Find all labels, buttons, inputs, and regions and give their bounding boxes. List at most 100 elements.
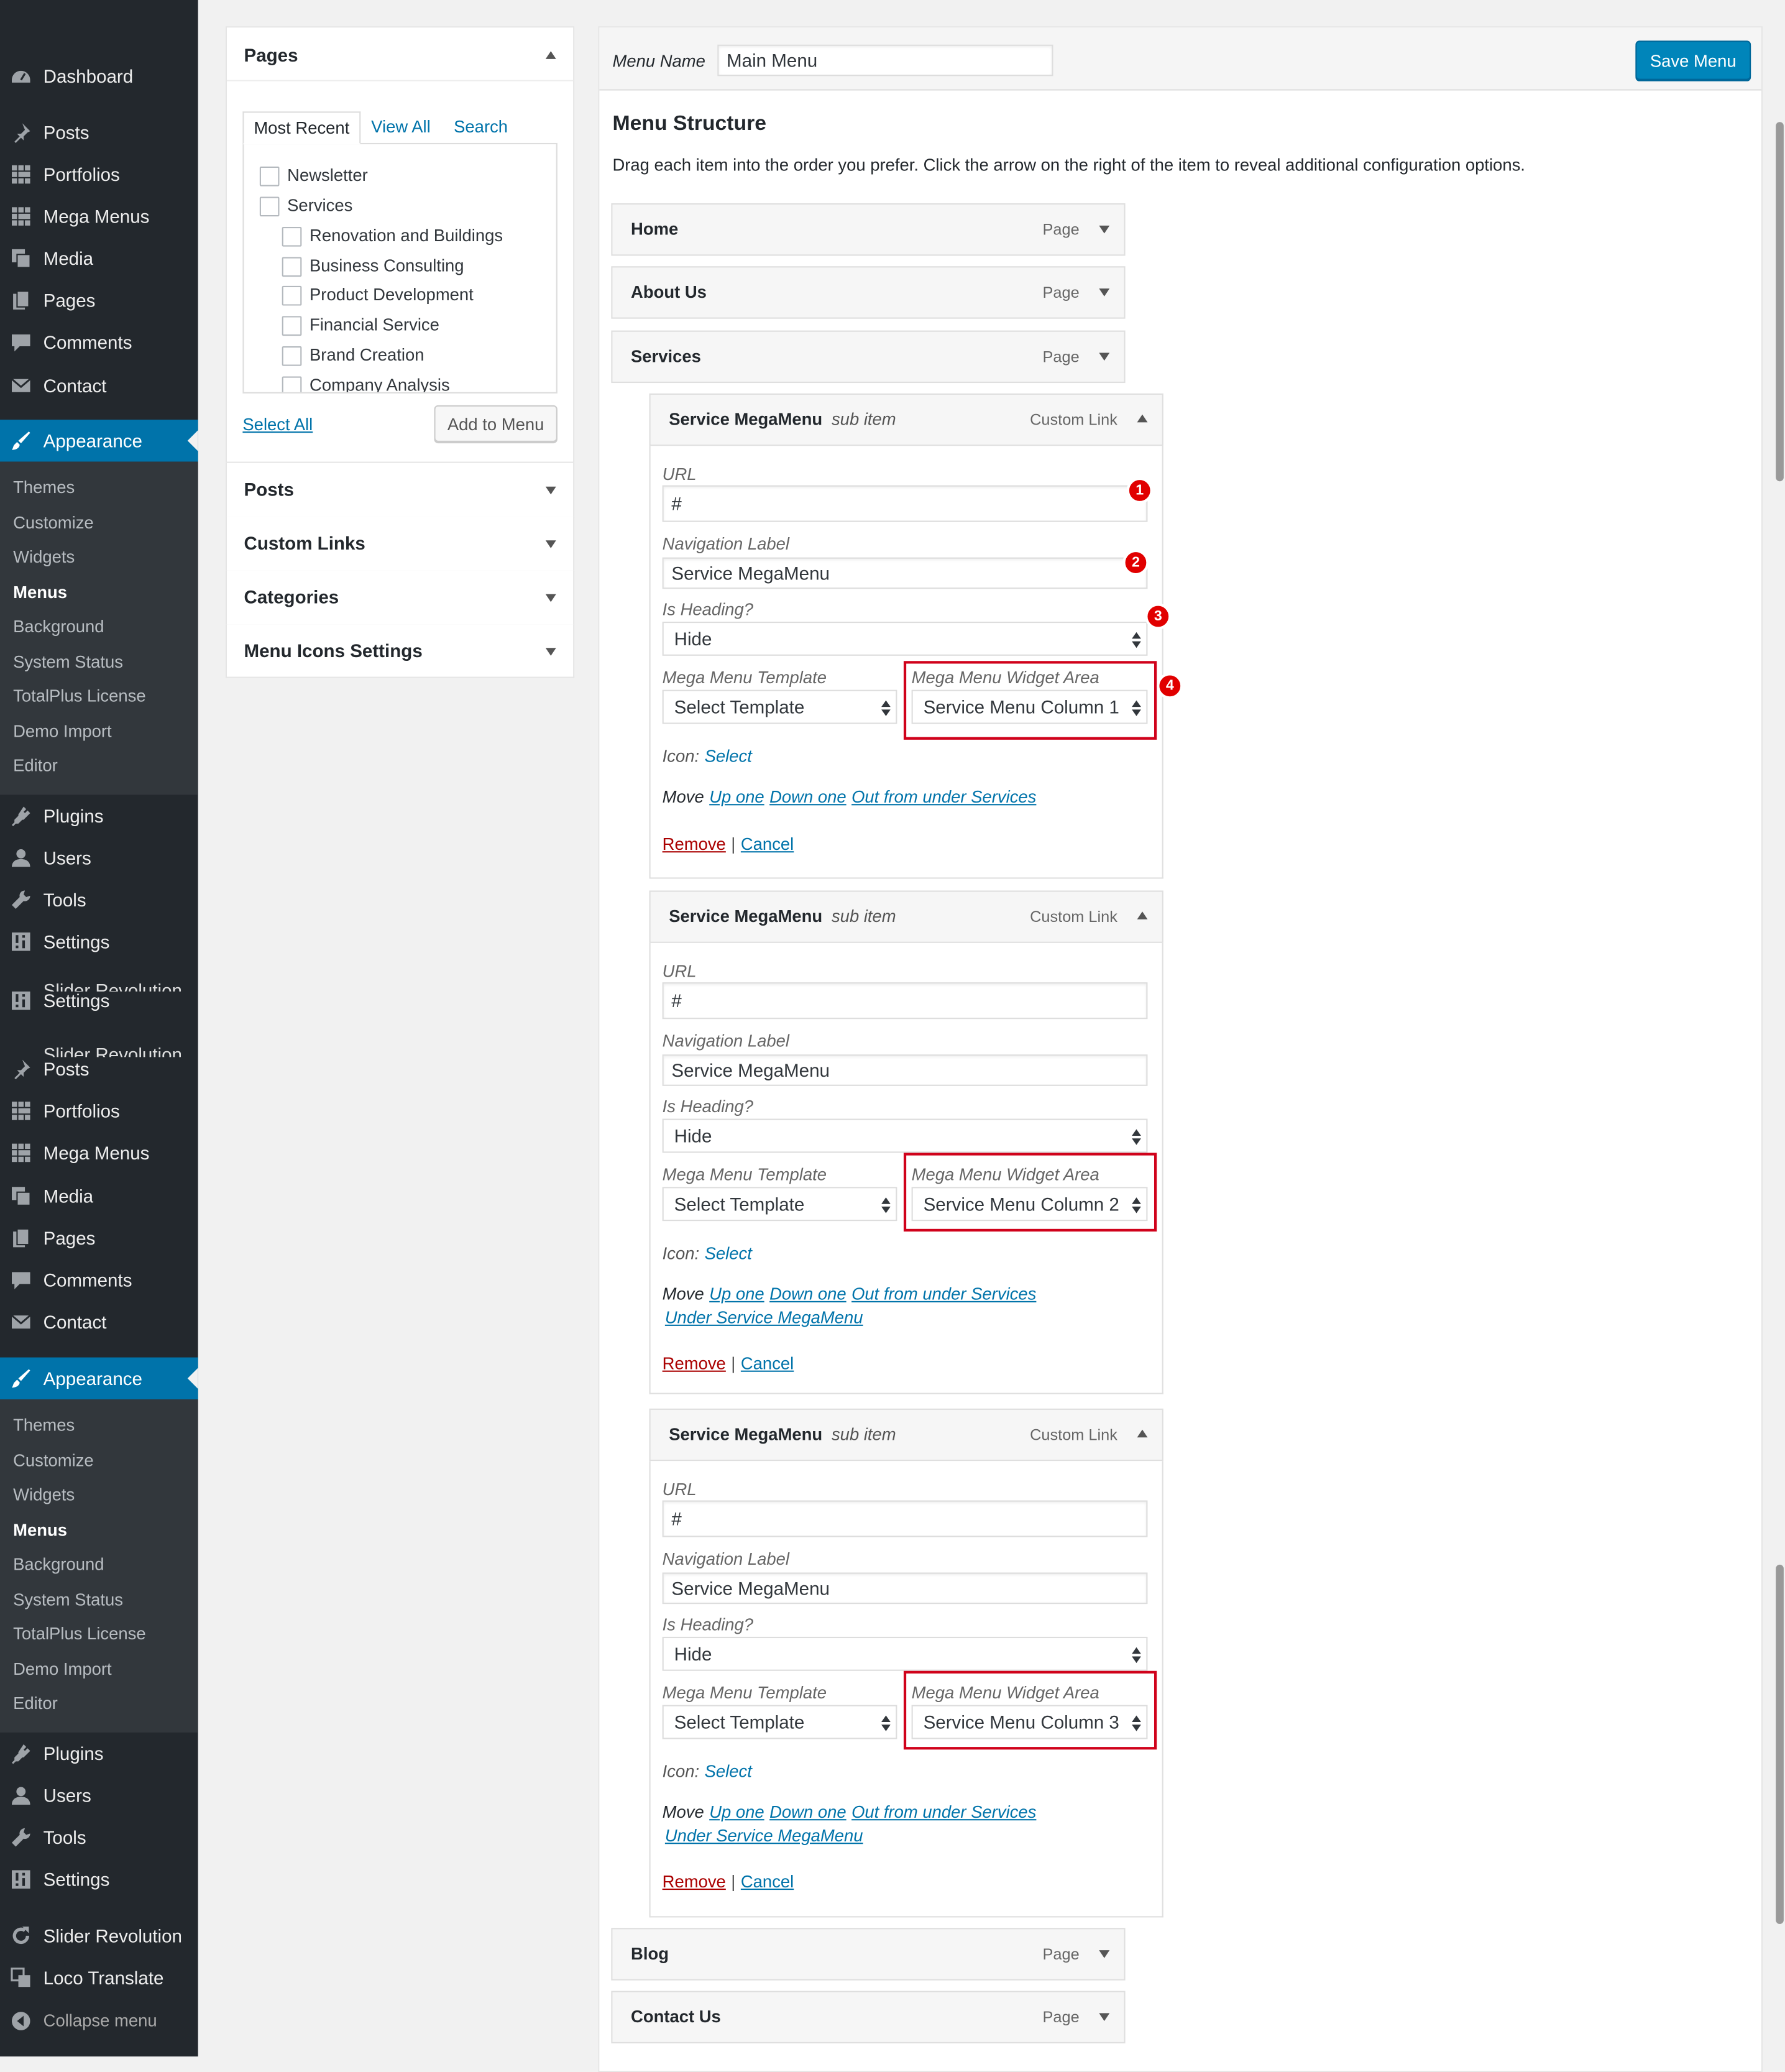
- menu-item-contact-us[interactable]: Contact Us Page: [611, 1991, 1126, 2043]
- accordion-custom-links[interactable]: Custom Links: [225, 517, 575, 572]
- submenu-item-demo-import[interactable]: Demo Import: [13, 1657, 112, 1683]
- move-up-link[interactable]: Up one: [709, 1284, 764, 1304]
- url-input[interactable]: #: [662, 982, 1148, 1020]
- submenu-item-editor[interactable]: Editor: [13, 1690, 58, 1716]
- checkbox-company-analysis[interactable]: [282, 376, 302, 392]
- sidebar-item-collapse-menu[interactable]: Collapse menu: [0, 2000, 198, 2042]
- move-out-link[interactable]: Out from under Services: [851, 1802, 1036, 1822]
- is-heading-select[interactable]: Hide: [662, 1118, 1148, 1153]
- sidebar-item-slider-revolution[interactable]: Slider Revolution: [0, 1915, 198, 1957]
- sidebar-item-pages[interactable]: Pages: [0, 279, 198, 321]
- checkbox-renovation-and-buildings[interactable]: [282, 226, 302, 247]
- sidebar-item-posts[interactable]: Posts: [0, 1048, 198, 1090]
- expand-arrow-icon[interactable]: [545, 594, 556, 602]
- menu-item-home[interactable]: Home Page: [611, 203, 1126, 256]
- menu-item-services[interactable]: Services Page: [611, 330, 1126, 384]
- move-under-link[interactable]: Under Service MegaMenu: [665, 1826, 863, 1846]
- submenu-item-totalplus-license[interactable]: TotalPlus License: [13, 1621, 145, 1647]
- move-down-link[interactable]: Down one: [769, 1284, 847, 1304]
- sidebar-item-settings[interactable]: Settings: [0, 921, 198, 963]
- subitem-header[interactable]: Service MegaMenu sub item Custom Link: [649, 1408, 1163, 1462]
- url-input[interactable]: #: [662, 485, 1148, 522]
- submenu-item-widgets[interactable]: Widgets: [13, 1482, 75, 1508]
- sidebar-item-plugins[interactable]: Plugins: [0, 1733, 198, 1775]
- scrollbar-thumb-2[interactable]: [1776, 1564, 1784, 1924]
- tab-most-recent[interactable]: Most Recent: [242, 111, 361, 145]
- sidebar-item-dashboard[interactable]: Dashboard: [0, 55, 198, 98]
- checkbox-services[interactable]: [259, 196, 280, 217]
- remove-link[interactable]: Remove: [663, 1353, 726, 1373]
- template-select[interactable]: Select Template: [662, 1187, 897, 1222]
- move-down-link[interactable]: Down one: [769, 1802, 847, 1822]
- sidebar-item-loco-translate[interactable]: Loco Translate: [0, 1957, 198, 1999]
- submenu-item-themes[interactable]: Themes: [13, 1412, 75, 1439]
- menu-item-about-us[interactable]: About Us Page: [611, 266, 1126, 319]
- item-expand-arrow-icon[interactable]: [1099, 288, 1110, 297]
- submenu-item-menus[interactable]: Menus: [13, 579, 67, 605]
- url-input[interactable]: #: [662, 1500, 1148, 1537]
- is-heading-select[interactable]: Hide: [662, 621, 1148, 656]
- sidebar-item-portfolios[interactable]: Portfolios: [0, 1090, 198, 1132]
- move-out-link[interactable]: Out from under Services: [851, 1284, 1036, 1304]
- item-expand-arrow-icon[interactable]: [1099, 2013, 1110, 2022]
- add-to-menu-button[interactable]: Add to Menu: [434, 405, 558, 442]
- move-up-link[interactable]: Up one: [709, 787, 764, 807]
- sidebar-item-tools[interactable]: Tools: [0, 878, 198, 921]
- cancel-link[interactable]: Cancel: [741, 1353, 794, 1373]
- submenu-item-demo-import[interactable]: Demo Import: [13, 719, 112, 745]
- icon-select-link[interactable]: Select: [705, 746, 752, 766]
- accordion-categories[interactable]: Categories: [225, 570, 575, 626]
- checkbox-financial-service[interactable]: [282, 316, 302, 336]
- move-under-link[interactable]: Under Service MegaMenu: [665, 1307, 863, 1327]
- menu-name-input[interactable]: Main Menu: [717, 44, 1053, 76]
- checkbox-brand-creation[interactable]: [282, 346, 302, 366]
- sidebar-item-mega-menus[interactable]: Mega Menus: [0, 195, 198, 237]
- navigation-label-input[interactable]: Service MegaMenu: [662, 1572, 1148, 1605]
- submenu-item-background[interactable]: Background: [13, 614, 104, 640]
- sidebar-item-appearance[interactable]: Appearance: [0, 420, 198, 462]
- tab-view-all[interactable]: View All: [371, 117, 431, 137]
- submenu-item-editor[interactable]: Editor: [13, 753, 58, 779]
- subitem-header[interactable]: Service MegaMenu sub item Custom Link: [649, 890, 1163, 943]
- sidebar-item-users[interactable]: Users: [0, 837, 198, 879]
- sidebar-item-posts[interactable]: Posts: [0, 111, 198, 154]
- icon-select-link[interactable]: Select: [705, 1761, 752, 1781]
- sidebar-item-users[interactable]: Users: [0, 1774, 198, 1816]
- move-out-link[interactable]: Out from under Services: [851, 787, 1036, 807]
- cancel-link[interactable]: Cancel: [741, 1872, 794, 1892]
- save-menu-button[interactable]: Save Menu: [1635, 40, 1751, 80]
- subitem-collapse-arrow-icon[interactable]: [1137, 414, 1148, 423]
- submenu-item-widgets[interactable]: Widgets: [13, 545, 75, 571]
- submenu-item-themes[interactable]: Themes: [13, 475, 75, 501]
- remove-link[interactable]: Remove: [663, 834, 726, 854]
- scrollbar-thumb[interactable]: [1776, 122, 1784, 482]
- template-select[interactable]: Select Template: [662, 1705, 897, 1739]
- pages-accordion-title[interactable]: Pages: [244, 45, 298, 66]
- accordion-menu-icons-settings[interactable]: Menu Icons Settings: [225, 624, 575, 678]
- subitem-collapse-arrow-icon[interactable]: [1137, 911, 1148, 919]
- move-up-link[interactable]: Up one: [709, 1802, 764, 1822]
- submenu-item-menus[interactable]: Menus: [13, 1517, 67, 1544]
- sidebar-item-settings[interactable]: Settings: [0, 1858, 198, 1900]
- sidebar-item-media[interactable]: Media: [0, 237, 198, 280]
- submenu-item-customize[interactable]: Customize: [13, 510, 94, 536]
- sidebar-item-contact[interactable]: Contact: [0, 364, 198, 407]
- widget-area-select[interactable]: Service Menu Column 3: [911, 1705, 1148, 1739]
- submenu-item-background[interactable]: Background: [13, 1552, 104, 1578]
- subitem-header[interactable]: Service MegaMenu sub item Custom Link: [649, 393, 1163, 446]
- item-expand-arrow-icon[interactable]: [1099, 1950, 1110, 1958]
- template-select[interactable]: Select Template: [662, 689, 897, 724]
- sidebar-item-pages[interactable]: Pages: [0, 1217, 198, 1259]
- sidebar-item-contact[interactable]: Contact: [0, 1301, 198, 1343]
- sidebar-item-appearance[interactable]: Appearance: [0, 1357, 198, 1400]
- collapse-arrow-icon[interactable]: [545, 51, 556, 59]
- submenu-item-system-status[interactable]: System Status: [13, 649, 123, 675]
- navigation-label-input[interactable]: Service MegaMenu: [662, 1054, 1148, 1086]
- subitem-collapse-arrow-icon[interactable]: [1137, 1429, 1148, 1438]
- expand-arrow-icon[interactable]: [545, 540, 556, 548]
- checkbox-business-consulting[interactable]: [282, 257, 302, 277]
- remove-link[interactable]: Remove: [663, 1872, 726, 1892]
- sidebar-item-comments[interactable]: Comments: [0, 1259, 198, 1301]
- sidebar-item-plugins[interactable]: Plugins: [0, 794, 198, 837]
- checkbox-newsletter[interactable]: [259, 166, 280, 186]
